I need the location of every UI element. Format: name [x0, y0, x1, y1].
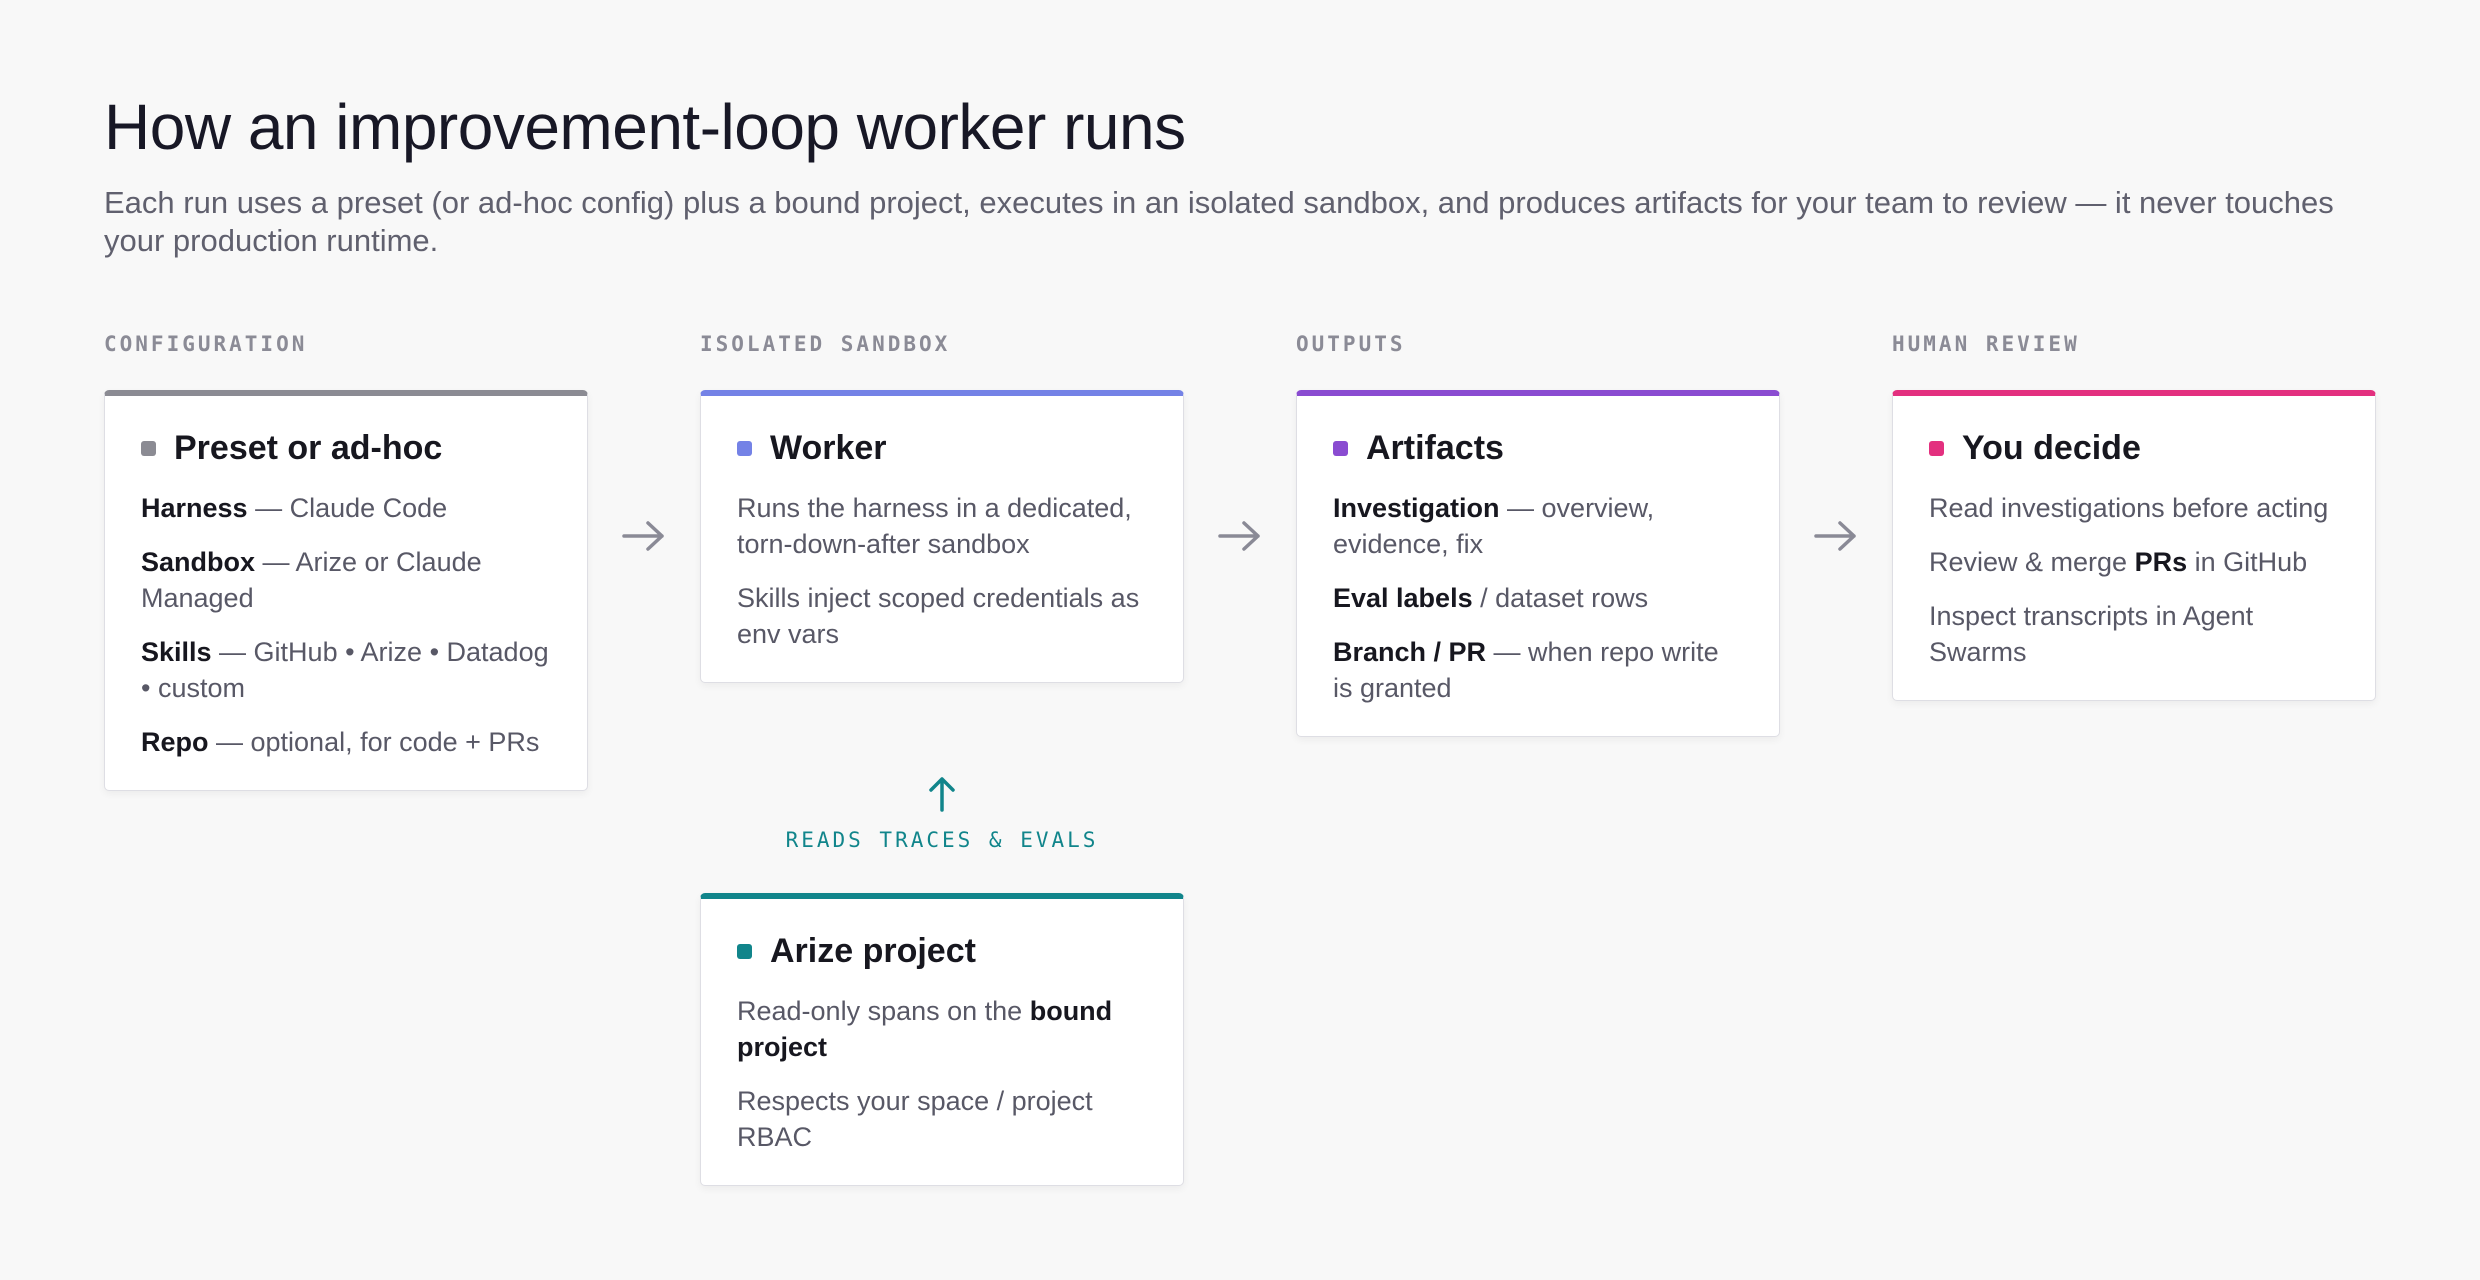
arrow-right-icon — [622, 521, 664, 551]
card-title-text: You decide — [1962, 429, 2141, 467]
worker-card: Worker Runs the harness in a dedicated, … — [700, 390, 1184, 683]
card-title-text: Artifacts — [1366, 429, 1504, 467]
page-title: How an improvement-loop worker runs — [104, 91, 1186, 163]
column-label-human-review: HUMAN REVIEW — [1892, 332, 2080, 356]
column-label-configuration: CONFIGURATION — [104, 332, 308, 356]
read-investigations-line: Read investigations before acting — [1929, 493, 2329, 523]
card-title: Artifacts — [1333, 428, 1743, 468]
inspect-transcripts-line: Inspect transcripts in Agent Swarms — [1929, 601, 2254, 667]
repo-line: Repo — optional, for code + PRs — [141, 727, 540, 757]
card-title: Arize project — [737, 931, 1147, 971]
arrow-right-icon — [1814, 521, 1856, 551]
worker-credentials-line: Skills inject scoped credentials as env … — [737, 583, 1140, 649]
review-merge-line: Review & merge PRs in GitHub — [1929, 547, 2308, 577]
artifacts-card: Artifacts Investigation — overview, evid… — [1296, 390, 1780, 737]
column-label-outputs: OUTPUTS — [1296, 332, 1406, 356]
reads-traces-label: READS TRACES & EVALS — [785, 828, 1099, 852]
you-decide-card: You decide Read investigations before ac… — [1892, 390, 2376, 701]
rbac-line: Respects your space / project RBAC — [737, 1086, 1093, 1152]
column-label-isolated-sandbox: ISOLATED SANDBOX — [700, 332, 951, 356]
card-title-text: Worker — [770, 429, 887, 467]
skills-line: Skills — GitHub • Arize • Datadog • cust… — [141, 637, 549, 703]
page-subtitle: Each run uses a preset (or ad-hoc config… — [104, 185, 2334, 258]
bullet-square-icon — [737, 440, 752, 456]
configuration-card: Preset or ad-hoc Harness — Claude Code S… — [104, 390, 588, 791]
arize-project-card: Arize project Read-only spans on the bou… — [700, 893, 1184, 1186]
eval-labels-line: Eval labels / dataset rows — [1333, 583, 1649, 613]
sandbox-line: Sandbox — Arize or Claude Managed — [141, 547, 482, 613]
bullet-square-icon — [737, 943, 752, 959]
bullet-square-icon — [141, 440, 156, 456]
bullet-square-icon — [1333, 440, 1348, 456]
read-only-spans-line: Read-only spans on the bound project — [737, 996, 1113, 1062]
arrow-up-icon — [929, 777, 955, 812]
investigation-line: Investigation — overview, evidence, fix — [1333, 493, 1655, 559]
branch-pr-line: Branch / PR — when repo write is granted — [1333, 637, 1719, 703]
worker-description-line: Runs the harness in a dedicated, torn-do… — [737, 493, 1132, 559]
arrow-right-icon — [1218, 521, 1260, 551]
card-title: You decide — [1929, 428, 2339, 468]
card-title-text: Arize project — [770, 932, 976, 970]
card-title: Worker — [737, 428, 1147, 468]
harness-line: Harness — Claude Code — [141, 493, 448, 523]
bullet-square-icon — [1929, 440, 1944, 456]
card-title: Preset or ad-hoc — [141, 428, 551, 468]
card-title-text: Preset or ad-hoc — [174, 429, 443, 467]
